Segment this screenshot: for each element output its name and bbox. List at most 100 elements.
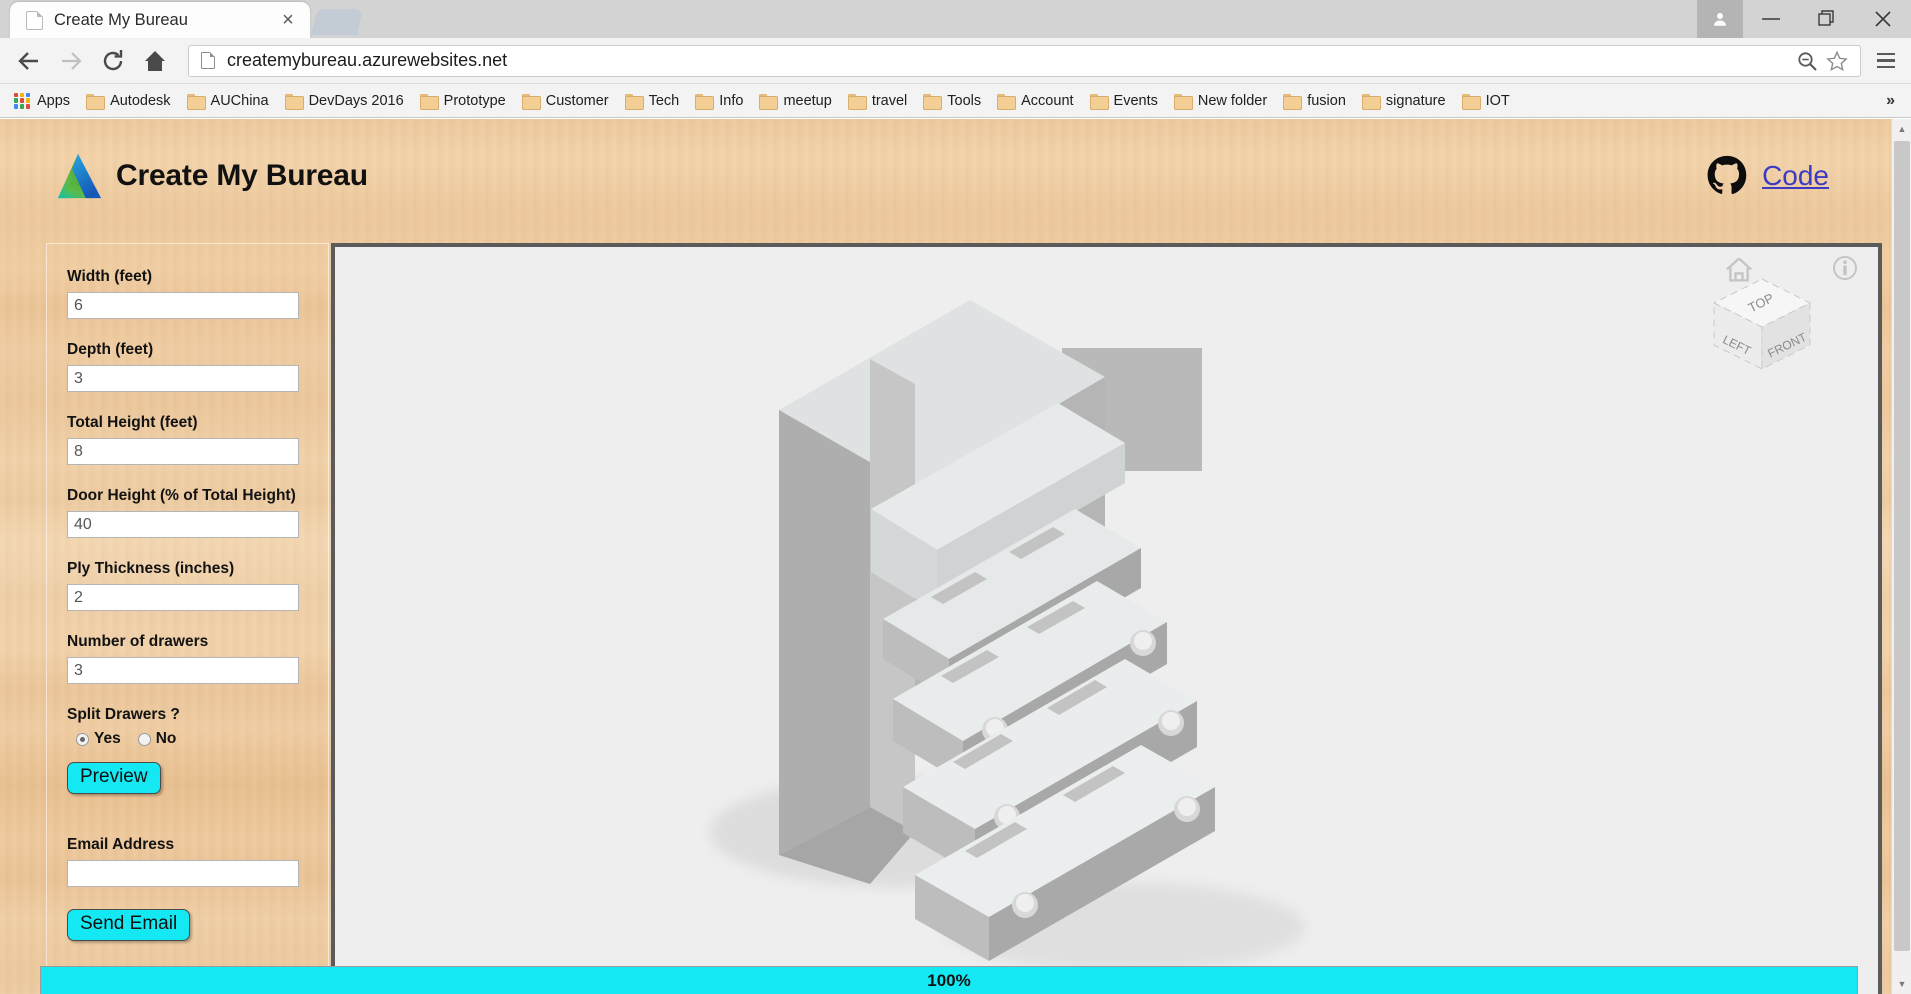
folder-icon (419, 93, 439, 110)
bookmark-label: Events (1113, 92, 1158, 109)
bookmark-devdays-2016[interactable]: DevDays 2016 (277, 88, 412, 114)
autodesk-logo-icon (57, 153, 102, 199)
input-ply-thickness[interactable] (67, 584, 299, 611)
input-depth[interactable] (67, 365, 299, 392)
browser-menu-button[interactable] (1869, 40, 1903, 82)
input-email-address[interactable] (67, 860, 299, 887)
folder-icon (86, 93, 106, 110)
menu-line (1877, 65, 1895, 69)
input-width[interactable] (67, 292, 299, 319)
label-ply-thickness: Ply Thickness (inches) (67, 560, 235, 577)
bookmark-travel[interactable]: travel (840, 88, 915, 114)
folder-icon (1361, 93, 1381, 110)
code-link[interactable]: Code (1762, 160, 1829, 192)
bookmark-star-icon[interactable] (1822, 50, 1852, 72)
zoom-out-icon[interactable] (1792, 50, 1822, 72)
scroll-down-arrow-icon[interactable]: ▼ (1892, 974, 1911, 994)
split-drawers-radio-group: Yes No (76, 730, 308, 748)
tab-create-my-bureau[interactable]: Create My Bureau × (10, 2, 310, 38)
apps-grid-cell (19, 92, 25, 97)
bookmark-label: Account (1021, 92, 1074, 109)
progress-label: 100% (927, 971, 971, 990)
magnifier-glyph (1798, 51, 1817, 71)
folder-icon (1173, 93, 1193, 110)
bookmark-iot[interactable]: IOT (1454, 88, 1518, 114)
apps-grid-cell (19, 104, 25, 109)
close-window-button[interactable] (1855, 0, 1911, 38)
menu-line (1877, 59, 1895, 62)
bookmark-info[interactable]: Info (687, 88, 751, 114)
minimize-button[interactable] (1743, 0, 1799, 38)
bookmark-label: Prototype (443, 92, 506, 109)
folder-icon (1089, 93, 1109, 110)
reload-button[interactable] (92, 40, 134, 82)
close-window-icon (1875, 11, 1891, 27)
tab-strip: Create My Bureau × (0, 0, 1911, 38)
bookmark-fusion[interactable]: fusion (1275, 88, 1354, 114)
input-number-of-drawers[interactable] (67, 657, 299, 684)
folder-icon (521, 93, 541, 110)
progress-bar: 100% (40, 966, 1858, 994)
preview-button[interactable]: Preview (67, 762, 161, 794)
page-content: Create My Bureau Code Width (feet) Depth … (0, 119, 1911, 994)
maximize-button[interactable] (1799, 0, 1855, 38)
bookmark-label: IOT (1485, 92, 1510, 109)
bookmark-tools[interactable]: Tools (915, 88, 989, 114)
bookmark-customer[interactable]: Customer (514, 88, 617, 114)
radio-split-drawers-no[interactable] (137, 732, 151, 746)
bookmarks-overflow-button[interactable]: » (1876, 92, 1905, 110)
menu-line (1877, 52, 1895, 56)
forward-button[interactable] (50, 40, 92, 82)
bookmark-autodesk[interactable]: Autodesk (78, 88, 178, 114)
github-icon[interactable] (1706, 155, 1748, 197)
label-number-of-drawers: Number of drawers (67, 633, 209, 650)
person-glyph (1714, 13, 1726, 26)
send-email-button[interactable]: Send Email (67, 909, 191, 941)
bookmark-tech[interactable]: Tech (617, 88, 688, 114)
input-total-height[interactable] (67, 438, 299, 465)
input-door-height[interactable] (67, 511, 299, 538)
label-depth: Depth (feet) (67, 341, 154, 358)
bookmark-new-folder[interactable]: New folder (1166, 88, 1275, 114)
bookmark-label: Tech (648, 92, 680, 109)
folder-icon (186, 93, 206, 110)
scrollbar-thumb[interactable] (1894, 141, 1910, 951)
radio-split-drawers-yes[interactable] (76, 732, 89, 746)
folder-icon (847, 93, 867, 110)
page-scrollbar[interactable]: ▲ ▼ (1891, 119, 1911, 994)
page-favicon-icon (26, 10, 43, 30)
bookmark-meetup[interactable]: meetup (751, 88, 839, 114)
new-tab-button[interactable] (311, 9, 363, 35)
profile-avatar-icon[interactable] (1697, 0, 1743, 38)
bookmark-auchina[interactable]: AUChina (179, 88, 277, 114)
bookmark-prototype[interactable]: Prototype (412, 88, 514, 114)
label-door-height: Door Height (% of Total Height) (67, 487, 296, 504)
apps-grid-cell (19, 98, 25, 103)
brand: Create My Bureau (50, 152, 368, 200)
bookmark-label: Customer (545, 92, 609, 109)
bookmark-account[interactable]: Account (989, 88, 1081, 114)
form-spacer (67, 794, 308, 836)
bookmark-signature[interactable]: signature (1354, 88, 1454, 114)
bureau-3d-model (710, 300, 1305, 972)
address-bar[interactable]: createmybureau.azurewebsites.net (188, 44, 1861, 77)
bookmark-apps[interactable]: Apps (6, 88, 78, 114)
back-button[interactable] (8, 40, 50, 82)
bookmark-label: meetup (783, 92, 832, 109)
site-header: Create My Bureau Code (0, 119, 1891, 209)
folder-icon (923, 93, 943, 110)
header-right: Code (1706, 155, 1829, 197)
close-icon[interactable]: × (276, 10, 300, 30)
apps-grid-cell (14, 92, 19, 97)
bookmark-label: New folder (1197, 92, 1268, 109)
folder-icon (624, 93, 644, 110)
folder-icon (1283, 93, 1303, 110)
model-viewer[interactable]: TOP LEFT FRONT (331, 243, 1882, 994)
reload-icon (103, 49, 123, 70)
scroll-up-arrow-icon[interactable]: ▲ (1892, 119, 1911, 139)
site-favicon-icon (201, 51, 216, 69)
carcass-front-edge (870, 359, 915, 832)
bookmark-label: signature (1385, 92, 1446, 109)
home-button[interactable] (134, 40, 176, 82)
bookmark-events[interactable]: Events (1082, 88, 1166, 114)
